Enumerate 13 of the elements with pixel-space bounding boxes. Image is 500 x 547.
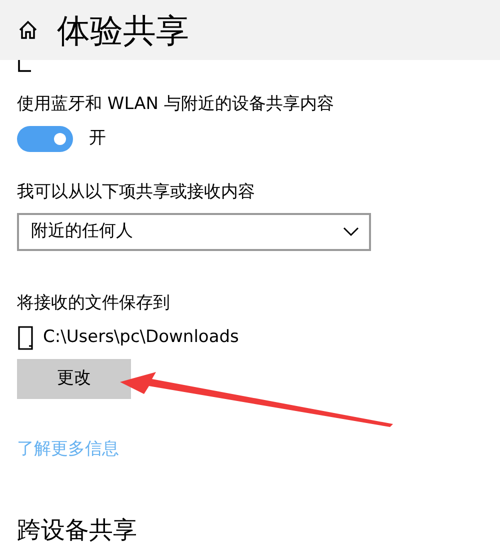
chevron-down-icon [343,227,359,237]
page-title: 体验共享 [57,14,189,46]
dropdown[interactable]: 附近的任何人 [17,213,371,251]
toggle-switch[interactable] [17,126,73,152]
field-label: 我可以从以下项共享或接收内容 [17,180,256,204]
section-heading: 跨设备共享 [17,515,138,546]
home-icon[interactable] [17,19,39,41]
field-label: 将接收的文件保存到 [17,292,171,315]
folder-icon [17,324,35,350]
toggle-label: 开 [89,126,106,150]
change-button[interactable]: 更改 [17,358,131,398]
folder-path: C:\Users\pc\Downloads [43,326,239,349]
description: 使用蓝牙和 WLAN 与附近的设备共享内容 [17,93,335,116]
